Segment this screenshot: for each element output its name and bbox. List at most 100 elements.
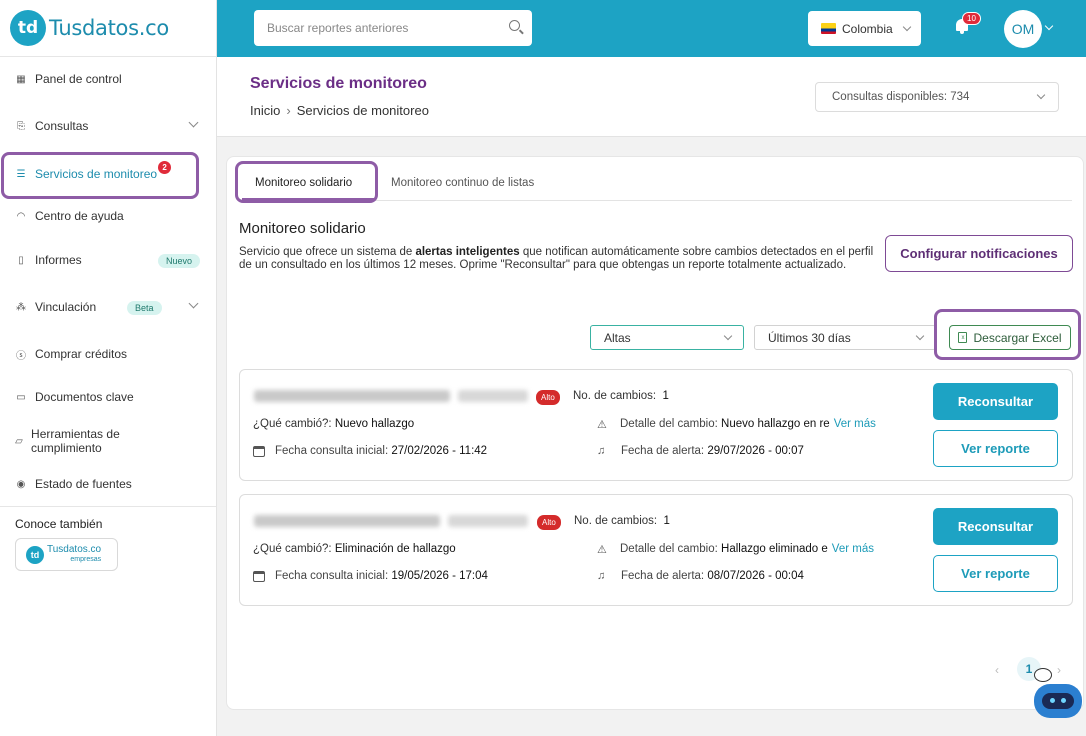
conoce-label: Conoce también	[15, 517, 103, 531]
calendar-icon	[253, 445, 265, 457]
sidebar: td Tusdatos.co ▦ Panel de control ⎘ Cons…	[0, 0, 217, 736]
view-report-button[interactable]: Ver reporte	[933, 430, 1058, 467]
highlight-box	[934, 309, 1081, 360]
period-filter-select[interactable]: Últimos 30 días	[754, 325, 936, 350]
brand-logo[interactable]: td Tusdatos.co	[0, 0, 216, 57]
folder-icon: ▱	[15, 435, 23, 447]
sidebar-item-label: Comprar créditos	[35, 347, 128, 361]
empresas-logo-sub: empresas	[70, 555, 102, 563]
alert-date: ♫ Fecha de alerta: 29/07/2026 - 00:07	[597, 445, 804, 457]
breadcrumb: Inicio › Servicios de monitoreo	[250, 103, 429, 118]
configure-notifications-button[interactable]: Configurar notificaciones	[885, 235, 1073, 272]
beta-badge: Beta	[127, 301, 162, 315]
credits-select[interactable]: Consultas disponibles: 734	[815, 82, 1059, 112]
credits-label: Consultas disponibles: 734	[832, 91, 970, 103]
sidebar-item-fuentes[interactable]: ◉ Estado de fuentes	[0, 464, 216, 504]
empresas-logo-link[interactable]: td Tusdatos.co empresas	[15, 538, 118, 571]
change-detail: ⚠ Detalle del cambio: Nuevo hallazgo en …	[597, 418, 876, 431]
monitoring-card: Monitoreo solidario Monitoreo continuo d…	[226, 156, 1084, 710]
sidebar-item-panel[interactable]: ▦ Panel de control	[0, 59, 216, 99]
view-report-button[interactable]: Ver reporte	[933, 555, 1058, 592]
changes-count: No. de cambios: 1	[574, 515, 670, 527]
redacted-name	[254, 515, 440, 527]
result-row: Alto No. de cambios: 1 ¿Qué cambió?: Eli…	[239, 494, 1073, 606]
archive-icon: ▭	[16, 391, 26, 403]
sidebar-item-vinculacion[interactable]: ⁂ Vinculación Beta	[0, 287, 216, 327]
changes-value: 1	[662, 390, 669, 402]
search-input[interactable]: Buscar reportes anteriores	[254, 10, 532, 46]
chevron-down-icon	[188, 117, 199, 128]
page-header: Servicios de monitoreo Inicio › Servicios …	[217, 57, 1086, 137]
tab-monitoreo-continuo[interactable]: Monitoreo continuo de listas	[391, 177, 534, 189]
highlight-box	[235, 161, 378, 203]
headset-icon: ◠	[16, 210, 26, 222]
ver-mas-link[interactable]: Ver más	[832, 543, 874, 555]
what-label: ¿Qué cambió?:	[253, 418, 332, 430]
brand-name: Tusdatos.co	[49, 16, 169, 40]
chevron-down-icon	[915, 331, 925, 341]
changes-label: No. de cambios:	[573, 390, 657, 402]
type-filter-select[interactable]: Altas	[590, 325, 744, 350]
sidebar-divider	[0, 506, 216, 507]
risk-badge: Alto	[537, 515, 561, 530]
country-label: Colombia	[842, 21, 893, 36]
section-description: Servicio que ofrece un sistema de alerta…	[239, 246, 879, 272]
calendar-icon	[253, 570, 265, 582]
notifications-count-badge: 10	[962, 12, 981, 25]
detail-label: Detalle del cambio:	[620, 418, 718, 430]
robot-head-icon	[1034, 684, 1082, 718]
desc-bold-text: alertas inteligentes	[415, 246, 520, 258]
warning-icon: ⚠	[597, 544, 607, 556]
initial-date-label: Fecha consulta inicial:	[275, 445, 389, 457]
type-filter-value: Altas	[604, 330, 631, 345]
sidebar-item-label: Herramientas de cumplimiento	[31, 427, 120, 455]
sidebar-item-documentos[interactable]: ▭ Documentos clave	[0, 377, 216, 417]
sidebar-item-label: Documentos clave	[35, 390, 134, 404]
period-filter-value: Últimos 30 días	[768, 330, 851, 345]
sidebar-item-label: Estado de fuentes	[35, 477, 132, 491]
alert-date: ♫ Fecha de alerta: 08/07/2026 - 00:04	[597, 570, 804, 582]
reconsult-button[interactable]: Reconsultar	[933, 508, 1058, 545]
redacted-id	[458, 390, 528, 402]
breadcrumb-current: Servicios de monitoreo	[296, 103, 429, 118]
changes-count: No. de cambios: 1	[573, 390, 669, 402]
change-detail: ⚠ Detalle del cambio: Hallazgo eliminado…	[597, 543, 874, 556]
result-row: Alto No. de cambios: 1 ¿Qué cambió?: Nue…	[239, 369, 1073, 481]
country-select[interactable]: Colombia	[808, 11, 921, 46]
search-icon[interactable]	[509, 20, 520, 31]
sidebar-item-ayuda[interactable]: ◠ Centro de ayuda	[0, 196, 216, 236]
coin-icon: ⓢ	[16, 350, 26, 362]
sidebar-item-consultas[interactable]: ⎘ Consultas	[0, 106, 216, 146]
redacted-name	[254, 390, 450, 402]
what-changed: ¿Qué cambió?: Eliminación de hallazgo	[253, 543, 456, 555]
sidebar-item-creditos[interactable]: ⓢ Comprar créditos	[0, 334, 216, 374]
sidebar-item-herramientas[interactable]: ▱ Herramientas de cumplimiento	[0, 421, 140, 461]
alert-date-label: Fecha de alerta:	[621, 570, 705, 582]
sidebar-item-informes[interactable]: ▯ Informes Nuevo	[0, 240, 216, 280]
bell-icon: ♫	[597, 445, 606, 457]
breadcrumb-separator-icon: ›	[286, 103, 291, 118]
bell-icon: ♫	[597, 570, 606, 582]
ver-mas-link[interactable]: Ver más	[834, 418, 876, 430]
empresas-logo-name: Tusdatos.co	[47, 543, 102, 555]
avatar[interactable]: OM	[1004, 10, 1042, 48]
dashboard-icon: ▦	[16, 73, 26, 85]
sidebar-item-label: Consultas	[35, 119, 89, 133]
initial-date-label: Fecha consulta inicial:	[275, 570, 389, 582]
reconsult-button[interactable]: Reconsultar	[933, 383, 1058, 420]
desc-text: Servicio que ofrece un sistema de	[239, 246, 416, 258]
initial-date: Fecha consulta inicial: 19/05/2026 - 17:…	[253, 570, 488, 582]
sidebar-item-label: Panel de control	[35, 72, 122, 86]
initial-date-value: 27/02/2026 - 11:42	[391, 445, 488, 457]
breadcrumb-home[interactable]: Inicio	[250, 103, 280, 118]
chatbot-icon[interactable]	[1032, 668, 1084, 726]
pager-prev-button[interactable]: ‹	[995, 663, 999, 677]
document-search-icon: ⎘	[17, 120, 25, 132]
section-title: Monitoreo solidario	[239, 220, 366, 237]
chevron-down-icon[interactable]	[1044, 21, 1054, 31]
logo-icon: td	[26, 545, 44, 564]
report-icon: ▯	[18, 254, 24, 266]
changes-value: 1	[663, 515, 670, 527]
initial-date-value: 19/05/2026 - 17:04	[391, 570, 488, 582]
highlight-box	[1, 152, 199, 199]
